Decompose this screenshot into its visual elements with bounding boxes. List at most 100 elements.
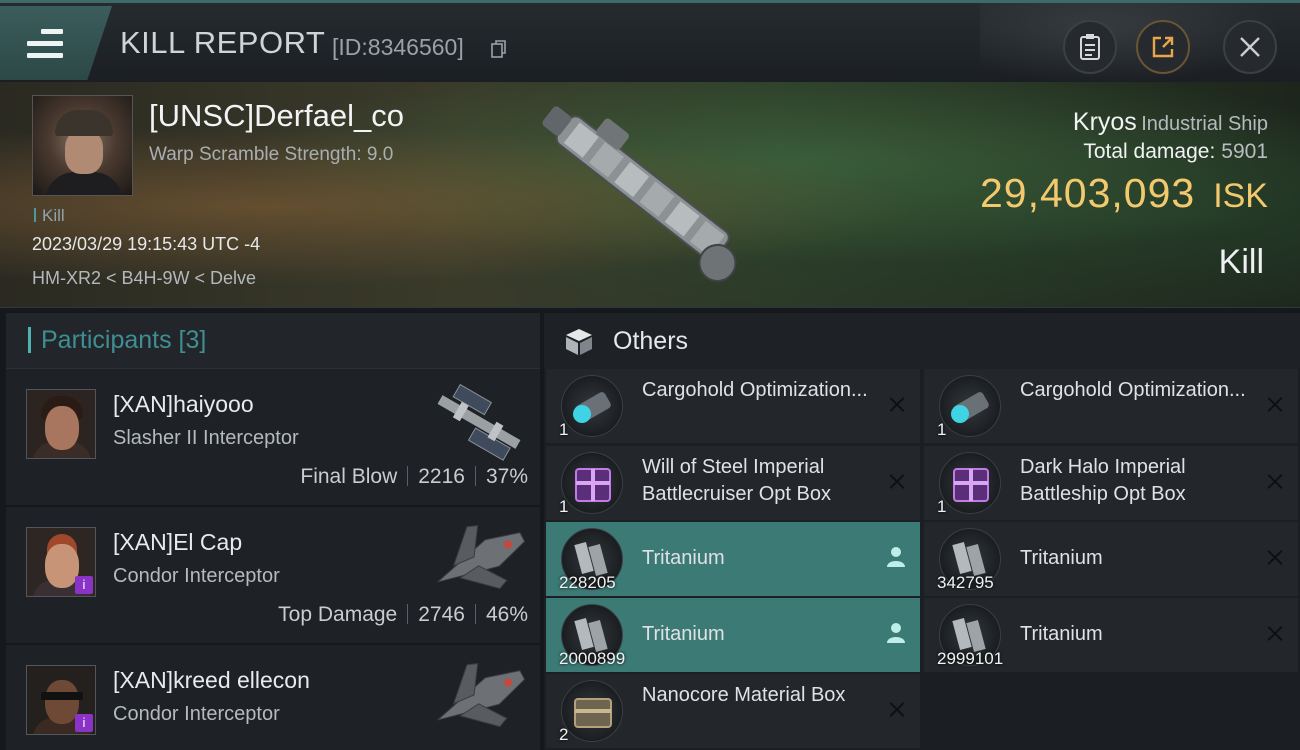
item-slot[interactable]: 1 Cargohold Optimization... — [924, 369, 1298, 443]
menu-icon — [27, 29, 63, 59]
cargohold-module-icon — [561, 375, 623, 437]
ship-class: Industrial Ship — [1141, 113, 1268, 135]
cargohold-module-icon — [939, 375, 1001, 437]
close-icon — [1240, 37, 1260, 57]
menu-button[interactable] — [0, 6, 112, 80]
clipboard-button[interactable] — [1063, 20, 1117, 74]
item-slot[interactable]: 1 Dark Halo Imperial Battleship Opt Box — [924, 446, 1298, 520]
copy-icon[interactable] — [491, 39, 507, 59]
participant-percent: 46% — [485, 603, 528, 626]
participant-ship-image — [437, 663, 526, 728]
destroyed-icon — [1264, 546, 1286, 568]
participant-ship-image — [437, 525, 526, 590]
info-badge[interactable]: i — [75, 714, 93, 732]
share-icon — [1152, 36, 1174, 58]
destroyed-icon — [886, 698, 908, 720]
nanocore-box-icon — [561, 680, 623, 742]
destroyed-icon — [1264, 393, 1286, 415]
info-badge[interactable]: i — [75, 576, 93, 594]
participant-name[interactable]: [XAN]haiyooo — [113, 391, 254, 418]
others-panel: Others 1 Cargohold Optimization... 1 Car… — [544, 313, 1300, 750]
participant-role: Final Blow — [300, 465, 398, 488]
item-slot[interactable]: 228205 Tritanium — [546, 522, 920, 596]
isk-amount: 29,403,093 — [979, 170, 1196, 216]
item-quantity: 2999101 — [937, 649, 1004, 668]
participant-name[interactable]: [XAN]El Cap — [113, 529, 242, 556]
others-title: Others — [613, 327, 689, 355]
item-name: Tritanium — [642, 623, 725, 645]
item-name: Dark Halo Imperial Battleship Opt Box — [1020, 456, 1186, 505]
victim-name[interactable]: [UNSC]Derfael_co — [149, 98, 404, 134]
ship-image — [542, 106, 737, 282]
item-quantity: 228205 — [559, 573, 616, 592]
section-marker — [28, 327, 31, 353]
participant-avatar[interactable]: i — [26, 527, 96, 597]
participant-role: Top Damage — [278, 603, 398, 626]
participant-ship: Slasher II Interceptor — [113, 427, 299, 449]
result-label: Kill — [1218, 243, 1264, 281]
item-slot[interactable]: 1 Cargohold Optimization... — [546, 369, 920, 443]
others-header: Others — [544, 313, 1300, 369]
page-title: KILL REPORT — [120, 25, 326, 60]
item-quantity: 2000899 — [559, 649, 626, 668]
item-name: Tritanium — [1020, 547, 1103, 569]
participant-avatar[interactable]: i — [26, 665, 96, 735]
kill-tag: Kill — [34, 206, 65, 226]
person-icon — [887, 547, 905, 567]
participant-stats: Final Blow 2216 37% — [300, 465, 528, 489]
item-slot[interactable]: 1 Will of Steel Imperial Battlecruiser O… — [546, 446, 920, 520]
cube-icon — [566, 329, 592, 355]
ship-name[interactable]: Kryos — [1073, 108, 1137, 136]
participant-ship-image — [437, 383, 521, 461]
participant-damage: 2216 — [418, 465, 465, 488]
destroyed-icon — [1264, 622, 1286, 644]
item-name: Tritanium — [1020, 623, 1103, 645]
participant-ship: Condor Interceptor — [113, 703, 280, 725]
item-name: Will of Steel Imperial Battlecruiser Opt… — [642, 456, 831, 505]
item-slot[interactable]: 2999101 Tritanium — [924, 598, 1298, 672]
item-slot[interactable]: 2000899 Tritanium — [546, 598, 920, 672]
person-icon — [887, 623, 905, 643]
participant-row[interactable]: i [XAN]El Cap Condor Interceptor Top Dam… — [6, 507, 540, 645]
clipboard-icon — [1080, 34, 1100, 60]
total-damage-label: Total damage: — [1083, 140, 1216, 163]
participant-damage: 2746 — [418, 603, 465, 626]
participant-avatar[interactable] — [26, 389, 96, 459]
participants-title: Participants [3] — [41, 326, 207, 354]
item-name: Cargohold Optimization... — [1020, 379, 1246, 401]
item-slot[interactable]: 2 Nanocore Material Box — [546, 674, 920, 748]
item-name: Nanocore Material Box — [642, 684, 846, 706]
close-button[interactable] — [1223, 20, 1277, 74]
total-damage: Total damage: 5901 — [1083, 140, 1268, 164]
ship-info: Kryos Industrial Ship — [1073, 108, 1268, 137]
purple-crate-icon — [939, 452, 1001, 514]
purple-crate-icon — [561, 452, 623, 514]
participants-header[interactable]: Participants [3] — [6, 313, 540, 369]
item-quantity: 2 — [559, 725, 569, 744]
kill-summary: [UNSC]Derfael_co Warp Scramble Strength:… — [0, 82, 1300, 308]
isk-unit: ISK — [1213, 177, 1268, 215]
warp-scramble-strength: Warp Scramble Strength: 9.0 — [149, 144, 394, 165]
item-quantity: 1 — [937, 497, 947, 516]
isk-value: 29,403,093 ISK — [980, 170, 1268, 217]
item-name: Cargohold Optimization... — [642, 379, 868, 401]
report-id: [ID:8346560] — [332, 34, 464, 60]
kill-location[interactable]: HM-XR2 < B4H-9W < Delve — [32, 268, 256, 289]
item-slot[interactable]: 342795 Tritanium — [924, 522, 1298, 596]
share-button[interactable] — [1136, 20, 1190, 74]
participant-row[interactable]: [XAN]haiyooo Slasher II Interceptor Fina… — [6, 369, 540, 507]
kill-datetime: 2023/03/29 19:15:43 UTC -4 — [32, 234, 261, 254]
destroyed-icon — [886, 470, 908, 492]
participant-name[interactable]: [XAN]kreed ellecon — [113, 667, 310, 694]
participant-percent: 37% — [485, 465, 528, 488]
item-quantity: 342795 — [937, 573, 994, 592]
top-bar: KILL REPORT [ID:8346560] — [0, 0, 1300, 85]
victim-avatar[interactable] — [32, 95, 133, 196]
item-quantity: 1 — [559, 497, 569, 516]
participant-ship: Condor Interceptor — [113, 565, 280, 587]
destroyed-icon — [1264, 470, 1286, 492]
participants-panel: Participants [3] [XAN]haiyooo Slasher II… — [6, 313, 540, 750]
participant-row[interactable]: i [XAN]kreed ellecon Condor Interceptor — [6, 645, 540, 750]
item-name: Tritanium — [642, 547, 725, 569]
item-quantity: 1 — [937, 420, 947, 439]
